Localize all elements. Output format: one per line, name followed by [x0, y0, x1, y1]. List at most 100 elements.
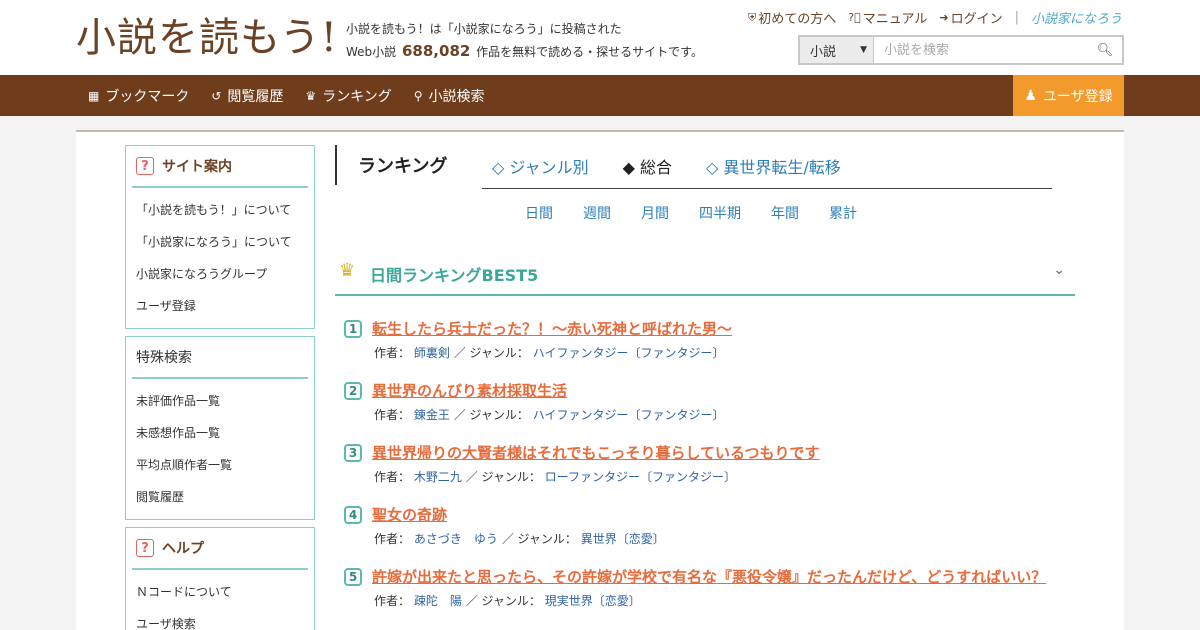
help-title: ヘルプ: [162, 541, 204, 557]
novel-meta: 作者： 師裏剣 ／ ジャンル： ハイファンタジー〔ファンタジー〕: [374, 344, 725, 361]
special-search-list: 未評価作品一覧 未感想作品一覧 平均点順作者一覧 閲覧履歴: [126, 379, 314, 519]
genre-link[interactable]: 現実世界〔恋愛〕: [545, 594, 641, 608]
search-category-value: 小説: [810, 44, 837, 60]
nav-history[interactable]: ↺ 閲覧履歴: [211, 86, 283, 106]
help-list: Ｎコードについて ユーザ検索: [126, 570, 314, 630]
site-guide-box: ? サイト案内 「小説を読もう！」について 「小説家になろう」について 小説家に…: [125, 145, 315, 329]
author-label: 作者：: [374, 594, 411, 608]
period-weekly[interactable]: 週間: [583, 203, 611, 223]
period-daily[interactable]: 日間: [525, 203, 553, 223]
genre-link[interactable]: ローファンタジー〔ファンタジー〕: [545, 470, 736, 484]
beginners-label: 初めての方へ: [758, 12, 837, 27]
search-category-select[interactable]: 小説 ▼: [800, 37, 874, 63]
period-quarterly[interactable]: 四半期: [699, 203, 741, 223]
help-header: ? ヘルプ: [132, 528, 308, 570]
site-guide-header: ? サイト案内: [132, 146, 308, 188]
tab-overall[interactable]: ◆ 総合: [623, 154, 672, 178]
sidebar-item-about-yomou[interactable]: 「小説を読もう！」について: [126, 194, 314, 226]
tagline-line1: 小説を読もう！は「小説家になろう」に投稿された: [346, 22, 622, 36]
site-logo[interactable]: 小説を読もう!: [76, 14, 338, 62]
login-label: ログイン: [950, 12, 1003, 27]
novel-title-link[interactable]: 異世界のんびり素材採取生活: [372, 380, 567, 401]
author-label: 作者：: [374, 470, 411, 484]
site-guide-title: サイト案内: [162, 159, 232, 175]
sidebar-item-about-narou[interactable]: 「小説家になろう」について: [126, 226, 314, 258]
sidebar-item-narou-group[interactable]: 小説家になろうグループ: [126, 258, 314, 290]
rank-badge: 1: [344, 320, 362, 338]
tagline-suffix: 作品を無料で読める・探せるサイトです。: [476, 45, 703, 59]
register-label: ユーザ登録: [1042, 88, 1113, 105]
site-guide-list: 「小説を読もう！」について 「小説家になろう」について 小説家になろうグループ …: [126, 188, 314, 328]
genre-label: ／ ジャンル：: [453, 346, 529, 360]
genre-link[interactable]: ハイファンタジー〔ファンタジー〕: [533, 408, 725, 422]
period-monthly[interactable]: 月間: [641, 203, 669, 223]
chevron-down-icon[interactable]: ⌄: [1053, 262, 1065, 278]
genre-label: ／ ジャンル：: [453, 408, 529, 422]
search-input[interactable]: [874, 37, 1088, 63]
genre-link[interactable]: ハイファンタジー〔ファンタジー〕: [533, 346, 725, 360]
question-icon: ?: [136, 539, 154, 557]
nav-ranking-label: ランキング: [322, 88, 392, 105]
novel-title-link[interactable]: 聖女の奇跡: [372, 504, 447, 525]
search-button[interactable]: 🔍︎: [1088, 37, 1122, 63]
genre-link[interactable]: 異世界〔恋愛〕: [581, 532, 665, 546]
caret-down-icon: ▼: [860, 45, 867, 55]
best5-header[interactable]: ♛ 日間ランキングBEST5 ⌄: [335, 254, 1075, 296]
sidebar-item-avg-score-authors[interactable]: 平均点順作者一覧: [126, 449, 314, 481]
register-button[interactable]: ♟ ユーザ登録: [1013, 75, 1124, 116]
nav-search[interactable]: ⚲ 小説検索: [414, 86, 485, 106]
special-search-box: 特殊検索 未評価作品一覧 未感想作品一覧 平均点順作者一覧 閲覧履歴: [125, 336, 315, 520]
login-link[interactable]: ➜ ログイン: [939, 8, 1002, 27]
question-icon: ?: [136, 157, 154, 175]
novel-meta: 作者： 疎陀 陽 ／ ジャンル： 現実世界〔恋愛〕: [374, 592, 641, 609]
novel-title-link[interactable]: 異世界帰りの大賢者様はそれでもこっそり暮らしているつもりです: [372, 442, 819, 463]
author-label: 作者：: [374, 346, 411, 360]
sidebar-item-unrated[interactable]: 未評価作品一覧: [126, 385, 314, 417]
ranking-tabs: ◇ ジャンル別 ◆ 総合 ◇ 異世界転生/転移: [492, 154, 841, 178]
author-link[interactable]: あさづき ゆう: [414, 532, 498, 546]
author-link[interactable]: 木野二九: [414, 470, 462, 484]
novel-title-link[interactable]: 許嫁が出来たと思ったら、その許嫁が学校で有名な『悪役令嬢』だったんだけど、どうす…: [372, 566, 1046, 587]
sidebar-item-user-search[interactable]: ユーザ検索: [126, 608, 314, 630]
rank-badge: 2: [344, 382, 362, 400]
novel-meta: 作者： あさづき ゆう ／ ジャンル： 異世界〔恋愛〕: [374, 530, 665, 547]
genre-label: ／ ジャンル：: [465, 470, 541, 484]
manual-link[interactable]: ?⃝ マニュアル: [848, 8, 927, 27]
work-count: 688,082: [402, 42, 471, 60]
sidebar-item-history[interactable]: 閲覧履歴: [126, 481, 314, 513]
novel-meta: 作者： 木野二九 ／ ジャンル： ローファンタジー〔ファンタジー〕: [374, 468, 736, 485]
nav-items: ▦ ブックマーク ↺ 閲覧履歴 ♛ ランキング ⚲ 小説検索: [88, 75, 485, 116]
special-search-title: 特殊検索: [136, 350, 192, 366]
tab-isekai[interactable]: ◇ 異世界転生/転移: [706, 154, 841, 178]
search-icon: ⚲: [413, 88, 423, 103]
novel-title-link[interactable]: 転生したら兵士だった？！〜赤い死神と呼ばれた男〜: [372, 318, 732, 339]
sidebar-item-ncode[interactable]: Ｎコードについて: [126, 576, 314, 608]
author-link[interactable]: 疎陀 陽: [414, 594, 462, 608]
period-links: 日間 週間 月間 四半期 年間 累計: [525, 203, 887, 223]
search-icon: 🔍︎: [1096, 42, 1114, 58]
help-box: ? ヘルプ Ｎコードについて ユーザ検索: [125, 527, 315, 630]
period-yearly[interactable]: 年間: [771, 203, 799, 223]
question-circle-icon: ?⃝: [848, 11, 861, 24]
beginners-link[interactable]: ⛨ 初めての方へ: [748, 8, 837, 28]
nav-history-label: 閲覧履歴: [227, 88, 284, 105]
tagline-prefix: Web小説: [346, 45, 397, 59]
special-search-header: 特殊検索: [132, 337, 308, 379]
tab-genre[interactable]: ◇ ジャンル別: [492, 154, 589, 178]
main-content: ? サイト案内 「小説を読もう！」について 「小説家になろう」について 小説家に…: [76, 130, 1124, 630]
author-link[interactable]: 錬金王: [414, 408, 450, 422]
nav-ranking[interactable]: ♛ ランキング: [305, 86, 391, 106]
nav-bookmark[interactable]: ▦ ブックマーク: [88, 86, 189, 106]
main-nav: ▦ ブックマーク ↺ 閲覧履歴 ♛ ランキング ⚲ 小説検索 ♟ ユーザ登録: [0, 75, 1200, 116]
ranking-heading-bar: [335, 145, 337, 185]
genre-label: ／ ジャンル：: [501, 532, 577, 546]
narou-brand-link[interactable]: 小説家になろう: [1031, 8, 1122, 27]
manual-label: マニュアル: [862, 12, 928, 27]
sidebar-item-no-review[interactable]: 未感想作品一覧: [126, 417, 314, 449]
history-icon: ↺: [211, 88, 222, 103]
divider: |: [1014, 10, 1019, 25]
author-link[interactable]: 師裏剣: [414, 346, 450, 360]
sidebar-item-user-register[interactable]: ユーザ登録: [126, 290, 314, 322]
ranking-title: ランキング: [358, 156, 448, 177]
period-total[interactable]: 累計: [829, 203, 857, 223]
